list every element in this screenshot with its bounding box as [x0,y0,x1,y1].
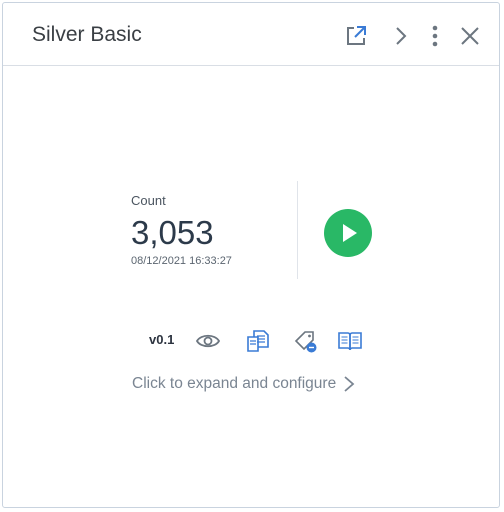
widget-title: Silver Basic [32,23,142,46]
metric-value: 3,053 [131,214,214,251]
metric-timestamp: 08/12/2021 16:33:27 [131,255,232,267]
metric-label: Count [131,193,166,208]
play-icon [343,224,357,242]
expand-configure-label: Click to expand and configure [132,375,337,393]
more-vertical-icon[interactable] [422,23,448,49]
eye-icon[interactable] [195,328,221,354]
expand-configure-link[interactable]: Click to expand and configure [132,375,356,393]
widget-header: Silver Basic [3,3,499,66]
book-icon[interactable] [337,328,363,354]
copy-documents-icon[interactable] [245,328,271,354]
chevron-right-icon[interactable] [387,23,413,49]
chevron-right-icon [342,375,356,393]
close-icon[interactable] [457,23,483,49]
external-link-icon[interactable] [343,23,369,49]
version-label: v0.1 [149,332,175,347]
metric-block: Count 3,053 08/12/2021 16:33:27 [131,193,281,267]
widget-panel: Silver Basic Count 3,053 08/12/2021 16:3… [2,2,500,508]
vertical-divider [297,181,298,279]
tag-icon[interactable] [293,328,319,354]
run-button[interactable] [324,209,372,257]
